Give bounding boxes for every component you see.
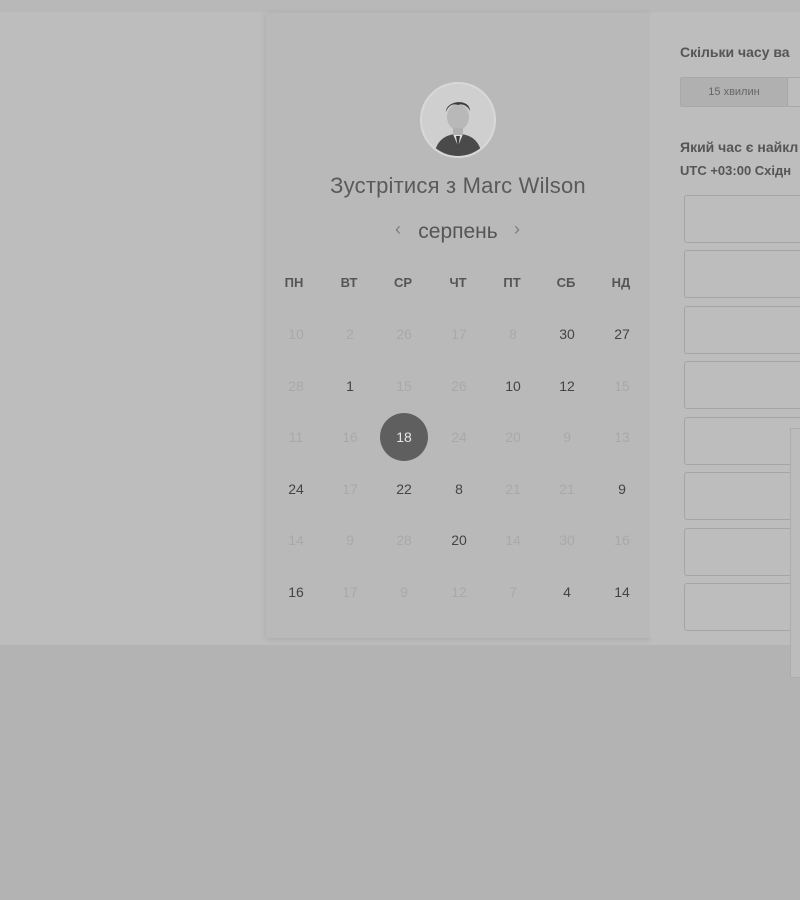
duration-question: Скільки часу ва bbox=[680, 44, 790, 60]
chevron-right-icon[interactable]: › bbox=[507, 219, 527, 240]
duration-option-button[interactable]: 15 хвилин bbox=[680, 77, 788, 107]
month-label: серпень bbox=[418, 220, 498, 243]
calendar-day[interactable]: 27 bbox=[597, 309, 647, 359]
calendar-day: 17 bbox=[451, 326, 467, 342]
timezone-name: Східн bbox=[754, 163, 792, 178]
calendar-day[interactable]: 8 bbox=[434, 464, 484, 514]
timezone-offset: UTC +03:00 bbox=[680, 163, 752, 178]
time-slot[interactable] bbox=[684, 417, 800, 465]
calendar-day: 28 bbox=[396, 532, 412, 548]
meeting-title: Зустрітися з Marc Wilson bbox=[330, 173, 586, 198]
top-strip bbox=[0, 0, 800, 12]
person-photo-icon bbox=[422, 84, 494, 156]
calendar-day: 10 bbox=[288, 326, 304, 342]
calendar-day: 26 bbox=[396, 326, 412, 342]
time-slot[interactable] bbox=[684, 195, 800, 243]
timezone-label: UTC +03:00 Східн bbox=[680, 163, 791, 178]
calendar-day: 20 bbox=[505, 429, 521, 445]
calendar-day: 24 bbox=[451, 429, 467, 445]
calendar-day: 21 bbox=[505, 481, 521, 497]
calendar-day[interactable]: 24 bbox=[271, 464, 321, 514]
calendar-day: 16 bbox=[342, 429, 358, 445]
calendar-day[interactable]: 22 bbox=[379, 464, 429, 514]
calendar-day[interactable]: 12 bbox=[542, 361, 592, 411]
time-slot[interactable] bbox=[684, 361, 800, 409]
host-avatar bbox=[420, 82, 496, 158]
calendar-panel: Зустрітися з Marc Wilson ‹ серпень › ПН … bbox=[266, 13, 650, 638]
calendar-day: 21 bbox=[559, 481, 575, 497]
calendar-day: 17 bbox=[342, 481, 358, 497]
calendar-day: 14 bbox=[505, 532, 521, 548]
calendar-day[interactable]: 30 bbox=[542, 309, 592, 359]
calendar-day: 30 bbox=[559, 532, 575, 548]
calendar-day: 9 bbox=[400, 584, 408, 600]
weekday-label: ПТ bbox=[503, 275, 521, 290]
calendar-day: 17 bbox=[342, 584, 358, 600]
weekday-label: СБ bbox=[556, 275, 576, 290]
time-selection-panel: Скільки часу ва 15 хвилин Який час є най… bbox=[650, 13, 800, 638]
calendar-day[interactable]: 9 bbox=[597, 464, 647, 514]
calendar-day: 7 bbox=[509, 584, 517, 600]
calendar-day: 15 bbox=[396, 378, 412, 394]
calendar-day[interactable]: 1 bbox=[325, 361, 375, 411]
calendar-day[interactable]: 4 bbox=[542, 567, 592, 617]
weekday-label: СР bbox=[393, 275, 413, 290]
calendar-day: 12 bbox=[451, 584, 467, 600]
time-slot[interactable] bbox=[684, 472, 800, 520]
popup-edge bbox=[790, 428, 800, 678]
calendar-day: 13 bbox=[614, 429, 630, 445]
calendar-day: 9 bbox=[563, 429, 571, 445]
time-question: Який час є найкл bbox=[680, 139, 799, 155]
calendar-day: 2 bbox=[346, 326, 354, 342]
time-slot[interactable] bbox=[684, 528, 800, 576]
duration-option-button[interactable] bbox=[787, 77, 800, 107]
calendar-day: 16 bbox=[614, 532, 630, 548]
chevron-left-icon[interactable]: ‹ bbox=[388, 219, 408, 240]
calendar-day: 28 bbox=[288, 378, 304, 394]
calendar-day: 14 bbox=[288, 532, 304, 548]
weekday-label: ВТ bbox=[340, 275, 358, 290]
calendar-day[interactable]: 10 bbox=[488, 361, 538, 411]
calendar-day: 9 bbox=[346, 532, 354, 548]
weekday-label: ПН bbox=[284, 275, 304, 290]
weekday-label: ЧТ bbox=[449, 275, 467, 290]
calendar-day: 11 bbox=[288, 429, 304, 445]
calendar-day[interactable]: 20 bbox=[434, 515, 484, 565]
calendar-day: 8 bbox=[509, 326, 517, 342]
time-slot[interactable] bbox=[684, 306, 800, 354]
calendar-day-selected[interactable]: 18 bbox=[380, 413, 428, 461]
calendar-day: 15 bbox=[614, 378, 630, 394]
calendar-day[interactable]: 14 bbox=[597, 567, 647, 617]
calendar-day: 26 bbox=[451, 378, 467, 394]
time-slot[interactable] bbox=[684, 583, 800, 631]
calendar-day[interactable]: 16 bbox=[271, 567, 321, 617]
weekday-label: НД bbox=[611, 275, 631, 290]
month-navigation: ‹ серпень › bbox=[266, 216, 650, 246]
time-slot[interactable] bbox=[684, 250, 800, 298]
